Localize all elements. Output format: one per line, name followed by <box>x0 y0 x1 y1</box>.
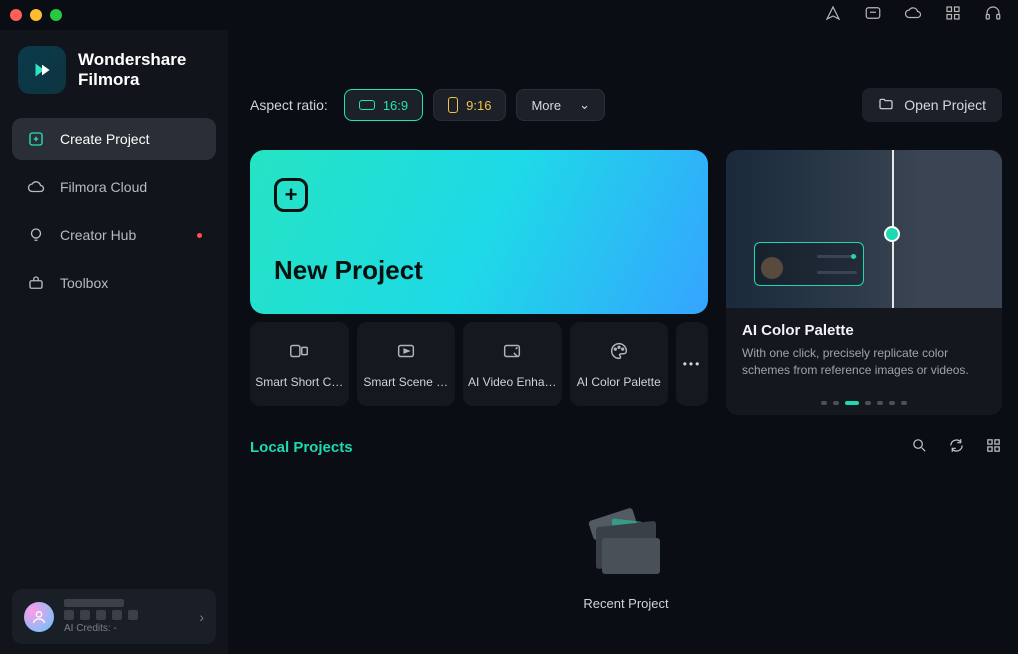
user-badges <box>64 610 189 620</box>
feature-card[interactable]: AI Color Palette With one click, precise… <box>726 150 1002 415</box>
ratio-label: 9:16 <box>466 98 491 113</box>
user-box[interactable]: AI Credits: - › <box>12 589 216 644</box>
header-actions <box>824 4 1002 27</box>
scene-icon <box>394 340 418 365</box>
search-icon[interactable] <box>911 437 928 459</box>
feature-desc: With one click, precisely replicate colo… <box>742 345 986 379</box>
grid-icon[interactable] <box>944 4 962 27</box>
sidebar-item-creator-hub[interactable]: Creator Hub <box>12 214 216 256</box>
tool-more-button[interactable]: ••• <box>676 322 708 406</box>
sidebar-item-create-project[interactable]: Create Project <box>12 118 216 160</box>
clips-icon <box>287 340 311 365</box>
tool-label: Smart Short C… <box>255 375 343 389</box>
ratio-label: 16:9 <box>383 98 408 113</box>
brand-text-2: Filmora <box>78 70 186 90</box>
feature-image <box>726 150 1002 308</box>
sidebar-item-label: Creator Hub <box>60 227 136 243</box>
sidebar-item-toolbox[interactable]: Toolbox <box>12 262 216 304</box>
carousel-dot[interactable] <box>821 401 827 405</box>
chevron-down-icon: ⌄ <box>579 97 590 113</box>
carousel-dot[interactable] <box>845 401 859 405</box>
toolbox-icon <box>26 273 46 293</box>
minimize-window-button[interactable] <box>30 9 42 21</box>
message-icon[interactable] <box>864 4 882 27</box>
carousel-dot[interactable] <box>901 401 907 405</box>
open-project-label: Open Project <box>904 97 986 113</box>
app-logo: Wondershare Filmora <box>18 46 210 94</box>
landscape-icon <box>359 100 375 110</box>
user-info: AI Credits: - <box>64 599 189 634</box>
tool-label: AI Video Enha… <box>468 375 557 389</box>
aspect-ratio-more[interactable]: More ⌄ <box>516 89 605 121</box>
tool-smart-scene[interactable]: Smart Scene … <box>357 322 456 406</box>
cloud-icon <box>26 177 46 197</box>
plus-square-icon <box>26 129 46 149</box>
aspect-ratio-16-9[interactable]: 16:9 <box>344 89 423 121</box>
tool-label: AI Color Palette <box>577 375 661 389</box>
titlebar <box>0 0 1018 30</box>
sidebar: Wondershare Filmora Create Project Filmo… <box>0 30 228 654</box>
logo-mark <box>18 46 66 94</box>
sidebar-item-label: Filmora Cloud <box>60 179 147 195</box>
carousel-dot[interactable] <box>833 401 839 405</box>
recent-projects-empty: Recent Project <box>250 459 1002 654</box>
sidebar-nav: Create Project Filmora Cloud Creator Hub… <box>12 118 216 304</box>
empty-box-icon <box>586 502 666 582</box>
tool-ai-color-palette[interactable]: AI Color Palette <box>570 322 669 406</box>
new-project-label: New Project <box>274 255 684 286</box>
portrait-icon <box>448 97 458 113</box>
tool-label: Smart Scene … <box>363 375 448 389</box>
chevron-right-icon: › <box>199 609 204 625</box>
folder-icon <box>878 96 894 115</box>
aspect-ratio-label: Aspect ratio: <box>250 97 328 113</box>
new-project-card[interactable]: + New Project <box>250 150 708 314</box>
dots-icon: ••• <box>683 357 702 371</box>
carousel-dot[interactable] <box>877 401 883 405</box>
tool-smart-short-clips[interactable]: Smart Short C… <box>250 322 349 406</box>
aspect-ratio-9-16[interactable]: 9:16 <box>433 89 506 121</box>
open-project-button[interactable]: Open Project <box>862 88 1002 122</box>
main: Aspect ratio: 16:9 9:16 More ⌄ Open Proj… <box>228 30 1018 654</box>
ai-credits-label: AI Credits: - <box>64 623 189 634</box>
tool-ai-video-enhancer[interactable]: AI Video Enha… <box>463 322 562 406</box>
enhance-icon <box>500 340 524 365</box>
lightbulb-icon <box>26 225 46 245</box>
local-projects-title: Local Projects <box>250 439 353 456</box>
sidebar-item-label: Create Project <box>60 131 149 147</box>
aspect-ratio-bar: Aspect ratio: 16:9 9:16 More ⌄ Open Proj… <box>250 88 1002 122</box>
headset-icon[interactable] <box>984 4 1002 27</box>
plus-icon: + <box>274 178 308 212</box>
sidebar-item-label: Toolbox <box>60 275 108 291</box>
cloud-icon[interactable] <box>904 4 922 27</box>
tool-cards: Smart Short C… Smart Scene … AI Video En… <box>250 322 708 406</box>
recent-project-label: Recent Project <box>583 596 668 611</box>
brand-text-1: Wondershare <box>78 50 186 70</box>
sidebar-item-cloud[interactable]: Filmora Cloud <box>12 166 216 208</box>
carousel-dot[interactable] <box>865 401 871 405</box>
feature-title: AI Color Palette <box>742 322 986 339</box>
carousel-dots[interactable] <box>726 391 1002 415</box>
panels: + New Project Smart Short C… Smart Scene… <box>250 150 1002 415</box>
local-projects-bar: Local Projects <box>250 437 1002 459</box>
notification-dot <box>197 233 202 238</box>
palette-icon <box>607 340 631 365</box>
more-label: More <box>531 98 561 113</box>
carousel-dot[interactable] <box>889 401 895 405</box>
refresh-icon[interactable] <box>948 437 965 459</box>
zoom-window-button[interactable] <box>50 9 62 21</box>
send-icon[interactable] <box>824 4 842 27</box>
avatar <box>24 602 54 632</box>
window-controls <box>10 9 62 21</box>
grid-view-icon[interactable] <box>985 437 1002 459</box>
user-name-redacted <box>64 599 124 607</box>
close-window-button[interactable] <box>10 9 22 21</box>
